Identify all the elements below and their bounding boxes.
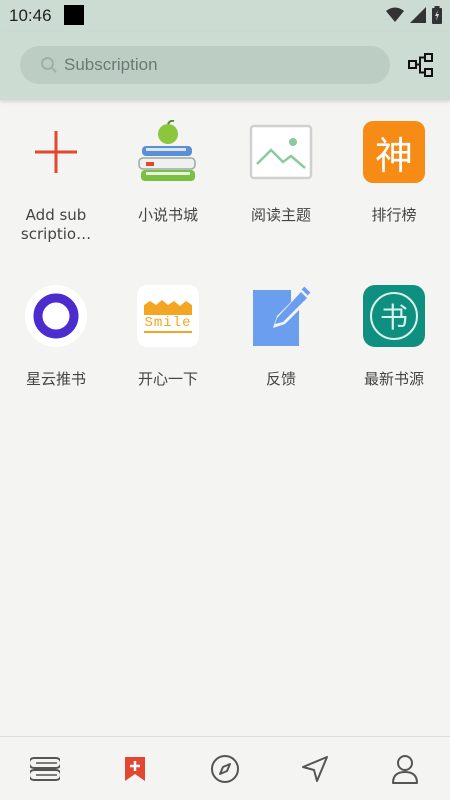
status-bar: 10:46 <box>0 0 450 32</box>
grid-item-label: 星云推书 <box>25 370 86 388</box>
add-icon <box>24 120 88 184</box>
feedback-icon <box>249 284 313 348</box>
status-icons <box>386 6 442 24</box>
nav-profile[interactable] <box>360 737 450 800</box>
grid-item-feedback[interactable]: 反馈 <box>225 284 337 389</box>
status-time: 10:46 <box>9 6 52 25</box>
search-bar[interactable] <box>20 46 390 84</box>
nebula-icon <box>24 284 88 348</box>
grid-item-add-subscription[interactable]: Add sub scriptio… <box>0 120 112 244</box>
wifi-icon <box>386 7 404 22</box>
compass-icon <box>211 754 239 783</box>
rule-tree-icon[interactable] <box>408 52 434 78</box>
navigation-icon <box>302 755 328 782</box>
grid-item-label: 开心一下 <box>137 370 198 388</box>
grid-item-book-source[interactable]: 书 最新书源 <box>338 284 450 389</box>
search-input[interactable] <box>64 55 364 75</box>
notification-icon <box>64 5 84 25</box>
grid-item-novel-store[interactable]: 小说书城 <box>112 120 224 225</box>
grid-item-ranking[interactable]: 神 排行榜 <box>338 120 450 225</box>
signal-icon <box>410 7 426 23</box>
grid-item-label: 排行榜 <box>371 206 417 224</box>
nav-subscription[interactable] <box>90 737 180 800</box>
shen-glyph: 神 <box>374 133 413 178</box>
smile-glyph: Smile <box>144 313 192 333</box>
battery-icon <box>432 6 442 24</box>
nav-bookshelf[interactable] <box>0 737 90 800</box>
bookshelf-icon <box>30 756 60 781</box>
grid-item-reading-theme[interactable]: 阅读主题 <box>225 120 337 225</box>
grid-item-label: 阅读主题 <box>250 206 311 224</box>
search-icon <box>38 54 60 76</box>
image-icon <box>249 120 313 184</box>
grid-item-smile[interactable]: Smile 开心一下 <box>112 284 224 389</box>
shen-icon: 神 <box>362 120 426 184</box>
grid-item-label: 反馈 <box>265 370 296 388</box>
bottom-navigation <box>0 736 450 800</box>
grid-item-label: Add sub scriptio… <box>20 206 92 243</box>
person-icon <box>392 754 418 784</box>
book-source-glyph: 书 <box>379 301 408 334</box>
nav-send[interactable] <box>270 737 360 800</box>
header <box>0 32 450 100</box>
books-apple-icon <box>136 120 200 184</box>
nav-discover[interactable] <box>180 737 270 800</box>
book-source-icon: 书 <box>362 284 426 348</box>
bookmark-icon <box>125 756 145 781</box>
grid-item-nebula[interactable]: 星云推书 <box>0 284 112 389</box>
grid-item-label: 小说书城 <box>137 206 198 224</box>
smile-icon: Smile <box>136 284 200 348</box>
grid-item-label: 最新书源 <box>363 370 424 388</box>
